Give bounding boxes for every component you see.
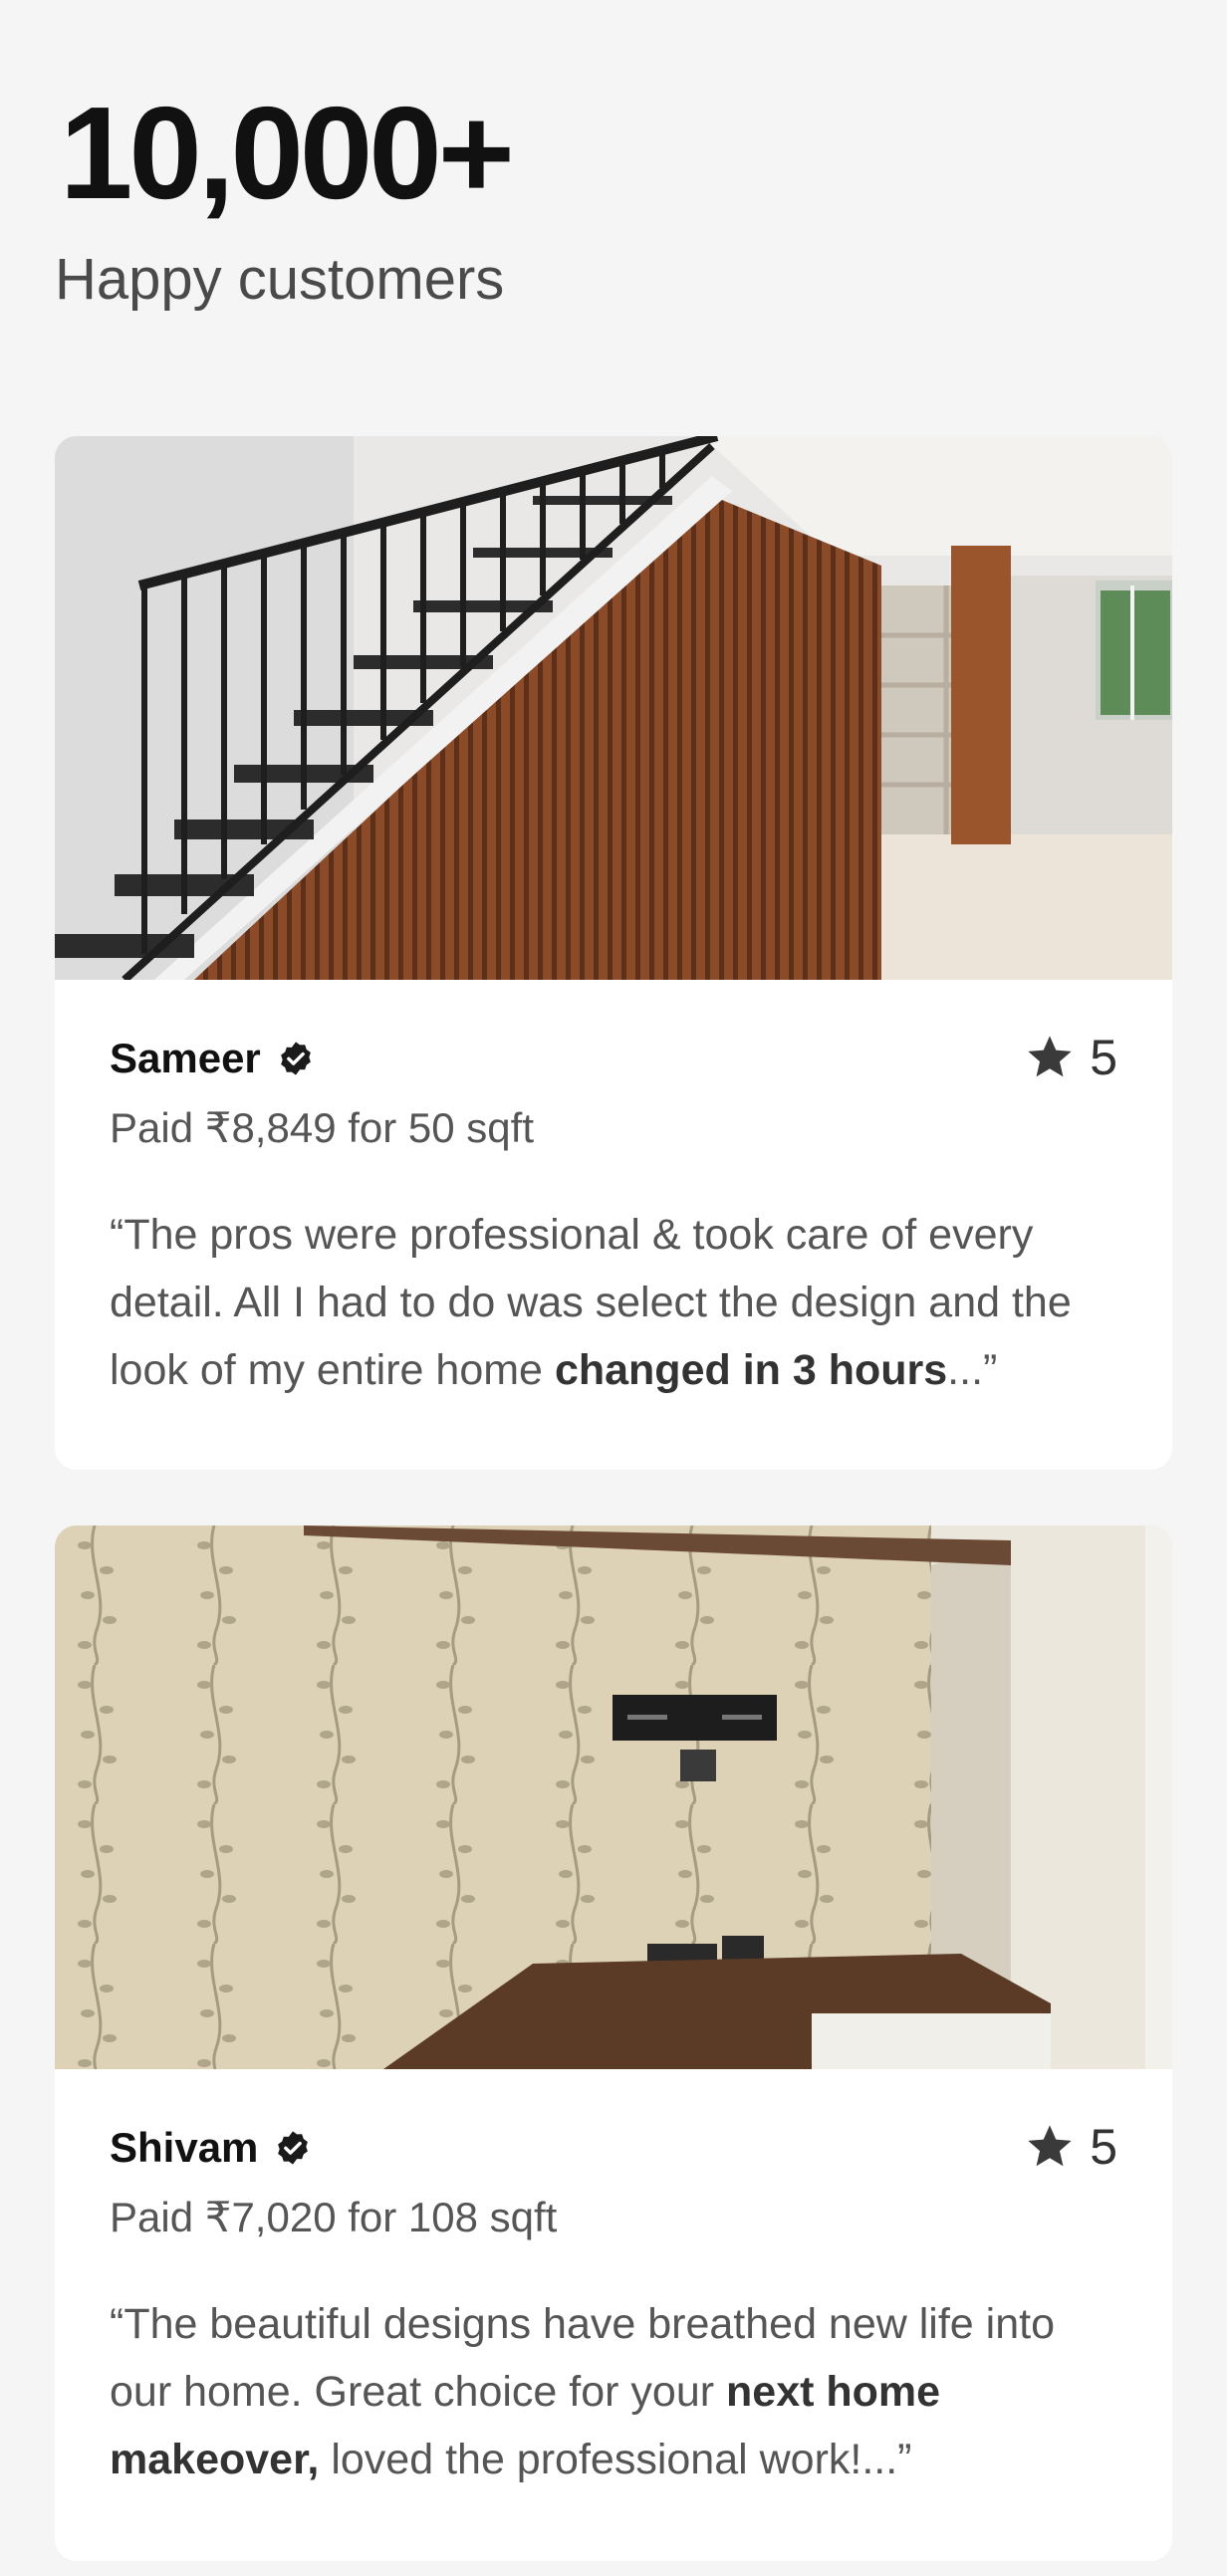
review-photo bbox=[55, 436, 1172, 980]
review-rating: 5 bbox=[1024, 2121, 1117, 2173]
reviewer-name: Shivam bbox=[110, 2124, 259, 2171]
testimonials-section: 10,000+ Happy customers Sameer 5 Paid ₹8… bbox=[0, 0, 1227, 2576]
paid-amount: Paid ₹8,849 for 50 sqft bbox=[110, 1104, 534, 1151]
star-icon bbox=[1024, 2121, 1076, 2173]
rating-value: 5 bbox=[1090, 1030, 1117, 1085]
rating-value: 5 bbox=[1090, 2119, 1117, 2175]
review-quote: “The pros were professional & took care … bbox=[110, 1211, 1072, 1394]
customer-count: 10,000+ bbox=[60, 80, 515, 226]
review-quote: “The beautiful designs have breathed new… bbox=[110, 2300, 1056, 2483]
reviewer-name: Sameer bbox=[110, 1035, 261, 1081]
review-photo bbox=[55, 1525, 1172, 2069]
verified-badge-icon bbox=[277, 1040, 315, 1077]
paid-amount: Paid ₹7,020 for 108 sqft bbox=[110, 2194, 558, 2240]
customer-count-label: Happy customers bbox=[55, 247, 505, 312]
star-icon bbox=[1024, 1032, 1076, 1083]
review-card[interactable]: Sameer 5 Paid ₹8,849 for 50 sqft “The pr… bbox=[55, 436, 1172, 1470]
verified-badge-icon bbox=[274, 2129, 312, 2167]
review-rating: 5 bbox=[1024, 1032, 1117, 1083]
review-card[interactable]: Shivam 5 Paid ₹7,020 for 108 sqft “The b… bbox=[55, 1525, 1172, 2561]
